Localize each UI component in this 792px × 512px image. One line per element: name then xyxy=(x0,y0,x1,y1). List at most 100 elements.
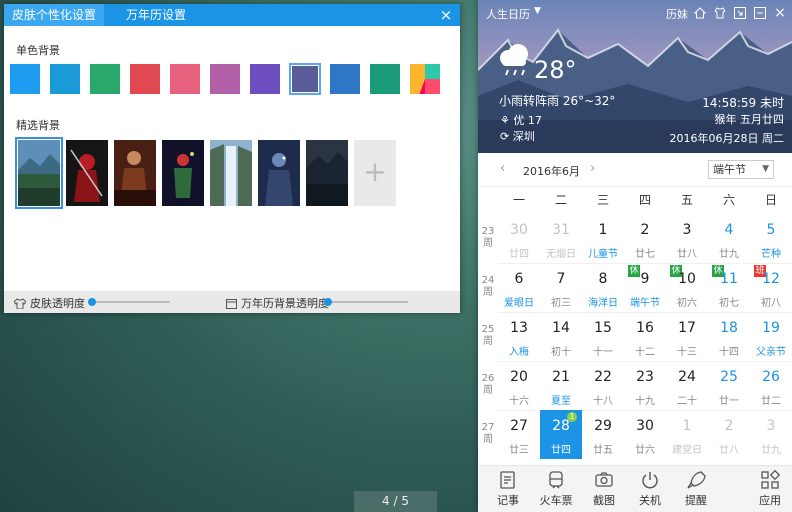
skin-opacity-slider[interactable] xyxy=(88,298,170,306)
day-number: 11 xyxy=(720,271,738,287)
day-cell[interactable]: 16 十二 xyxy=(624,312,666,361)
toolbar-button-note[interactable]: 记事 xyxy=(488,470,528,508)
day-cell[interactable]: 31 无烟日 xyxy=(540,214,582,263)
skin-icon[interactable] xyxy=(714,7,726,19)
day-cell[interactable]: 18 十四 xyxy=(708,312,750,361)
day-number: 5 xyxy=(766,222,776,238)
lunar-or-festival-label: 初三 xyxy=(551,298,571,309)
day-cell[interactable]: 7 初三 xyxy=(540,263,582,312)
color-swatch[interactable] xyxy=(330,64,360,94)
day-cell[interactable]: 23 十九 xyxy=(624,361,666,410)
add-background-button[interactable]: + xyxy=(354,140,396,206)
toolbar-button-power[interactable]: 关机 xyxy=(630,470,670,508)
day-cell[interactable]: 17 十三 xyxy=(666,312,708,361)
month-navigator: ‹ 2016年6月 › 端午节 ▼ xyxy=(478,153,792,187)
toolbar-button-train-ticket[interactable]: 火车票 xyxy=(536,470,576,508)
day-cell[interactable]: 3 廿九 xyxy=(750,410,792,459)
day-cell[interactable]: 22 十八 xyxy=(582,361,624,410)
day-cell[interactable]: 休 11 初七 xyxy=(708,263,750,312)
rain-cloud-icon xyxy=(500,44,528,76)
current-time: 14:58:59 未时 xyxy=(702,96,784,110)
background-thumbnail[interactable] xyxy=(210,140,252,206)
calendar-opacity-slider[interactable] xyxy=(324,298,408,306)
color-swatch[interactable] xyxy=(130,64,160,94)
background-thumbnail[interactable] xyxy=(258,140,300,206)
refresh-icon[interactable]: ⟳ xyxy=(500,130,509,143)
day-cell[interactable]: 30 廿六 xyxy=(624,410,666,459)
weather-description: 小雨转阵雨 26°~32° xyxy=(499,94,616,108)
color-swatch[interactable] xyxy=(170,64,200,94)
day-cell[interactable]: 19 父亲节 xyxy=(750,312,792,361)
slider-knob[interactable] xyxy=(324,298,332,306)
chevron-down-icon: ▼ xyxy=(762,164,769,174)
background-thumbnail[interactable] xyxy=(162,140,204,206)
day-cell-today[interactable]: 1 28 廿四 xyxy=(540,410,582,459)
day-cell[interactable]: 15 十一 xyxy=(582,312,624,361)
festival-select[interactable]: 端午节 ▼ xyxy=(708,160,774,179)
day-cell[interactable]: 1 儿童节 xyxy=(582,214,624,263)
history-link[interactable]: 历妹 xyxy=(666,6,688,22)
color-swatch[interactable] xyxy=(10,64,40,94)
background-thumbnail[interactable] xyxy=(15,137,63,209)
toolbar-label: 应用 xyxy=(759,494,781,507)
next-month-icon[interactable]: › xyxy=(590,161,595,176)
background-thumbnail[interactable] xyxy=(114,140,156,206)
color-swatch[interactable] xyxy=(50,64,80,94)
lunar-or-festival-label: 廿三 xyxy=(509,445,529,456)
day-cell[interactable]: 3 廿八 xyxy=(666,214,708,263)
color-swatch[interactable] xyxy=(289,63,321,95)
day-cell[interactable]: 休 10 初六 xyxy=(666,263,708,312)
toolbar-button-camera[interactable]: 截图 xyxy=(584,470,624,508)
toolbar-button-apps[interactable]: 应用 xyxy=(750,470,790,508)
day-cell[interactable]: 14 初十 xyxy=(540,312,582,361)
day-cell[interactable]: 21 夏至 xyxy=(540,361,582,410)
app-name[interactable]: 人生日历 xyxy=(486,6,530,22)
day-cell[interactable]: 29 廿五 xyxy=(582,410,624,459)
day-cell[interactable]: 13 入梅 xyxy=(498,312,540,361)
color-swatch[interactable] xyxy=(370,64,400,94)
tab-skin-personalize[interactable]: 皮肤个性化设置 xyxy=(4,4,105,26)
close-icon[interactable]: × xyxy=(438,7,454,23)
color-swatch[interactable] xyxy=(210,64,240,94)
day-cell[interactable]: 20 十六 xyxy=(498,361,540,410)
day-cell[interactable]: 25 廿一 xyxy=(708,361,750,410)
multicolor-swatch[interactable] xyxy=(410,64,440,94)
day-cell[interactable]: 5 芒种 xyxy=(750,214,792,263)
day-number: 16 xyxy=(636,320,654,336)
day-cell[interactable]: 班 12 初八 xyxy=(750,263,792,312)
slider-knob[interactable] xyxy=(88,298,96,306)
prev-month-icon[interactable]: ‹ xyxy=(500,161,505,176)
close-icon[interactable]: × xyxy=(774,6,786,20)
day-number: 31 xyxy=(552,222,570,238)
day-cell[interactable]: 8 海洋日 xyxy=(582,263,624,312)
background-thumbnail[interactable] xyxy=(66,140,108,206)
tab-calendar-settings[interactable]: 万年历设置 xyxy=(104,4,194,26)
color-swatch[interactable] xyxy=(250,64,280,94)
menu-dropdown-icon[interactable]: ▼ xyxy=(534,6,541,16)
toolbar-button-rocket[interactable]: 提醒 xyxy=(676,470,716,508)
day-cell[interactable]: 4 廿九 xyxy=(708,214,750,263)
lunar-or-festival-label: 夏至 xyxy=(551,396,571,407)
day-cell[interactable]: 休 9 端午节 xyxy=(624,263,666,312)
lunar-or-festival-label: 廿七 xyxy=(635,249,655,260)
lunar-or-festival-label: 十二 xyxy=(635,347,655,358)
day-cell[interactable]: 30 廿四 xyxy=(498,214,540,263)
day-cell[interactable]: 2 廿八 xyxy=(708,410,750,459)
featured-background-title: 精选背景 xyxy=(16,119,60,132)
day-cell[interactable]: 6 爱眼日 xyxy=(498,263,540,312)
minimize-to-tray-icon[interactable] xyxy=(734,7,746,19)
day-cell[interactable]: 26 廿二 xyxy=(750,361,792,410)
day-cell[interactable]: 1 建党日 xyxy=(666,410,708,459)
lunar-or-festival-label: 爱眼日 xyxy=(504,298,534,309)
day-cell[interactable]: 24 二十 xyxy=(666,361,708,410)
day-cell[interactable]: 2 廿七 xyxy=(624,214,666,263)
minimize-icon[interactable] xyxy=(754,7,766,19)
color-swatch[interactable] xyxy=(90,64,120,94)
city-name[interactable]: 深圳 xyxy=(513,130,535,143)
toolbar-label: 截图 xyxy=(593,494,615,507)
lunar-or-festival-label: 十九 xyxy=(635,396,655,407)
background-thumbnail[interactable] xyxy=(306,140,348,206)
weekday-label: 二 xyxy=(554,193,567,207)
home-icon[interactable] xyxy=(693,7,707,19)
day-cell[interactable]: 27 廿三 xyxy=(498,410,540,459)
